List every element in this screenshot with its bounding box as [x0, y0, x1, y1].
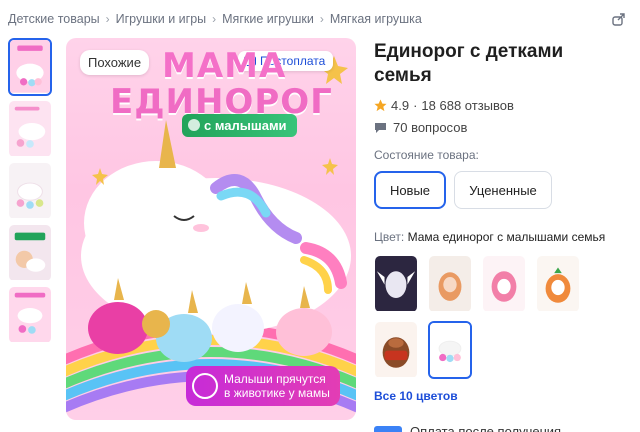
babies-label: с малышами: [204, 118, 287, 133]
color-swatch[interactable]: [482, 255, 526, 313]
breadcrumb-item[interactable]: Детские товары: [8, 12, 100, 26]
color-label: Цвет: Мама единорог с малышами семья: [374, 230, 605, 244]
image-headline-mama: МАМА: [162, 46, 287, 86]
main-product-image[interactable]: Похожие Постоплата МАМА ЕДИНОРОГ с малыш…: [66, 38, 356, 420]
color-swatch[interactable]: [374, 255, 418, 313]
chevron-right-icon: ›: [319, 12, 324, 26]
color-swatch[interactable]: [374, 321, 418, 379]
breadcrumb-item[interactable]: Мягкие игрушки: [222, 12, 314, 26]
color-value: Мама единорог с малышами семья: [407, 230, 606, 244]
hide-badge: Малыши прячутся в животике у мамы: [186, 366, 340, 406]
unicorn-icon: [192, 373, 218, 399]
breadcrumb-item[interactable]: Мягкая игрушка: [330, 12, 422, 26]
share-icon[interactable]: [612, 12, 626, 26]
thumbnail-strip: [8, 38, 56, 348]
payment-label: Оплата после получения: [410, 424, 562, 432]
reviews-count[interactable]: 18 688 отзывов: [421, 98, 513, 113]
rating-row[interactable]: 4.9 · 18 688 отзывов: [374, 98, 514, 113]
thumbnail-image[interactable]: [8, 38, 52, 96]
thumbnail-image[interactable]: [8, 286, 52, 344]
star-icon: [374, 99, 387, 112]
questions-link[interactable]: 70 вопросов: [374, 120, 467, 135]
toggle-icon: [374, 425, 402, 432]
similar-button[interactable]: Похожие: [80, 50, 150, 75]
color-swatch[interactable]: [428, 255, 472, 313]
hide-label: Малыши прячутся в животике у мамы: [224, 372, 330, 400]
color-swatch-selected[interactable]: [428, 321, 472, 379]
rating-value: 4.9: [391, 98, 410, 113]
thumbnail-image[interactable]: [8, 162, 52, 220]
thumbnail-image[interactable]: [8, 224, 52, 282]
breadcrumb-item[interactable]: Игрушки и игры: [116, 12, 207, 26]
breadcrumb: Детские товары › Игрушки и игры › Мягкие…: [8, 12, 422, 26]
unicorn-icon: [188, 119, 200, 131]
product-title: Единорог с детками семья: [374, 41, 564, 86]
all-colors-link[interactable]: Все 10 цветов: [374, 389, 458, 403]
condition-option-new[interactable]: Новые: [374, 171, 446, 209]
color-swatch[interactable]: [536, 255, 580, 313]
chevron-right-icon: ›: [105, 12, 110, 26]
dot-separator: ·: [413, 98, 418, 113]
condition-label: Состояние товара:: [374, 148, 479, 162]
payment-option[interactable]: Оплата после получения: [374, 424, 561, 432]
condition-option-discounted[interactable]: Уцененные: [454, 171, 552, 209]
thumbnail-image[interactable]: [8, 100, 52, 158]
questions-count: 70 вопросов: [393, 120, 468, 135]
color-label-prefix: Цвет:: [374, 230, 405, 244]
babies-badge: с малышами: [182, 114, 297, 137]
chevron-right-icon: ›: [212, 12, 217, 26]
chat-bubble-icon: [375, 122, 386, 133]
